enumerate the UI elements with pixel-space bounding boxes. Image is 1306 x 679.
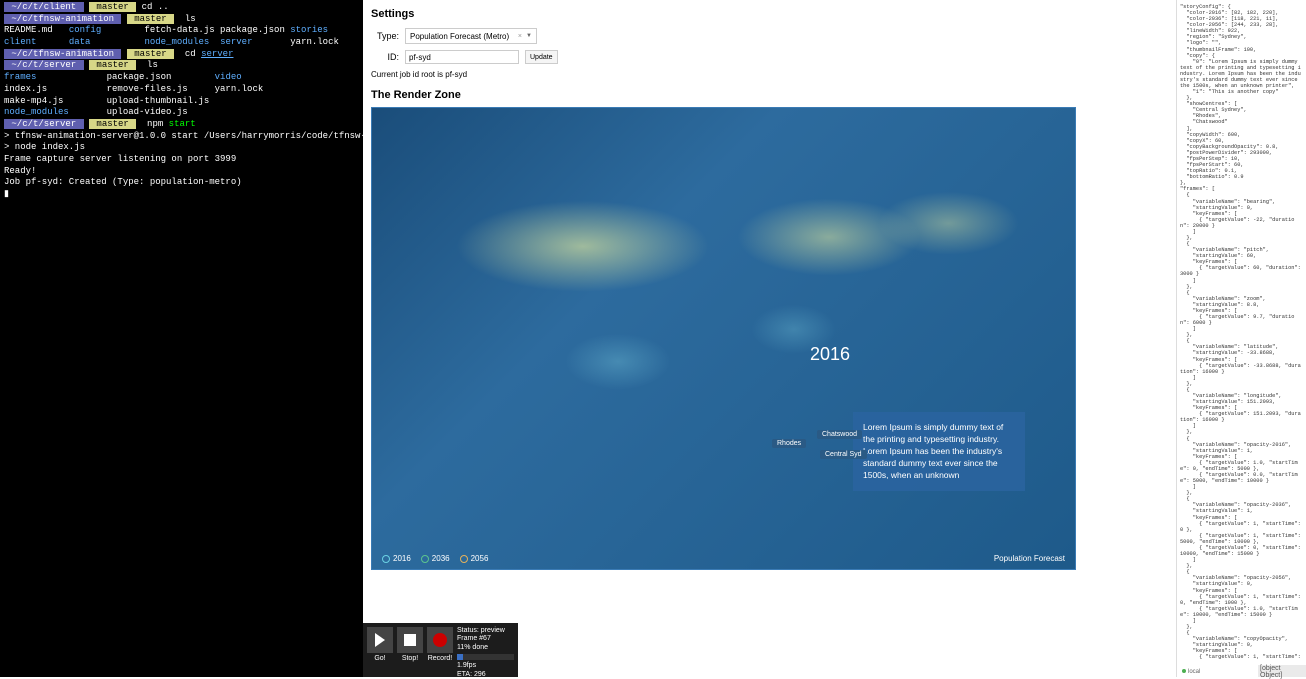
copy-box: Lorem Ipsum is simply dummy text of the … [853, 412, 1025, 491]
update-button[interactable]: Update [525, 50, 558, 64]
play-button[interactable] [367, 627, 393, 653]
type-select[interactable]: Population Forecast (Metro) × ▼ [405, 28, 537, 44]
clear-icon[interactable]: × [518, 33, 522, 40]
forecast-label: Population Forecast [994, 554, 1065, 563]
type-label: Type: [371, 31, 399, 41]
legend-item: 2056 [460, 554, 489, 563]
job-info: Current job id root is pf-syd [371, 70, 1168, 79]
stop-button[interactable] [397, 627, 423, 653]
record-icon [433, 633, 447, 647]
map-pin: Central Syd [820, 450, 867, 459]
chevron-down-icon: ▼ [526, 33, 532, 39]
legend-circle-icon [382, 555, 390, 563]
progress-bar-fill [457, 654, 463, 660]
fps-line: 1.9fps [457, 662, 514, 670]
local-tag: local [1182, 669, 1200, 675]
type-value: Population Forecast (Metro) [410, 32, 509, 41]
settings-panel: Settings Type: Population Forecast (Metr… [363, 0, 1176, 578]
json-panel[interactable]: "storyConfig": { "color-2016": [82, 182,… [1176, 0, 1306, 677]
year-label: 2016 [810, 344, 850, 365]
eta-line: ETA: 296 [457, 671, 514, 679]
legend-item: 2016 [382, 554, 411, 563]
legend-year: 2036 [432, 554, 450, 563]
map-terrain [372, 108, 1075, 569]
legend-item: 2036 [421, 554, 450, 563]
stop-label: Stop! [402, 655, 418, 662]
map-pin: Chatswood [817, 430, 862, 439]
record-button[interactable] [427, 627, 453, 653]
legend-year: 2016 [393, 554, 411, 563]
legend-year: 2056 [471, 554, 489, 563]
record-label: Record! [428, 655, 453, 662]
render-zone: 2016 Lorem Ipsum is simply dummy text of… [371, 107, 1076, 570]
map-pin: Rhodes [772, 439, 806, 448]
progress-bar-track [457, 654, 514, 660]
done-line: 11% done [457, 644, 514, 652]
status-line: Status: preview [457, 627, 514, 635]
stop-icon [404, 634, 416, 646]
legend: 2016 2036 2056 [382, 554, 488, 563]
status-block: Status: preview Frame #67 11% done 1.9fp… [457, 627, 514, 673]
footer-object: [object Object] [1258, 665, 1306, 677]
legend-circle-icon [421, 555, 429, 563]
id-input[interactable] [405, 50, 519, 64]
legend-circle-icon [460, 555, 468, 563]
render-zone-heading: The Render Zone [371, 89, 1168, 101]
id-label: ID: [371, 52, 399, 62]
terminal-panel: ~/c/t/client master cd .. ~/c/tfnsw-anim… [0, 0, 363, 677]
settings-heading: Settings [371, 8, 1168, 20]
go-label: Go! [374, 655, 385, 662]
play-icon [375, 633, 385, 647]
playback-controls: Go! Stop! Record! Status: preview Frame … [363, 623, 518, 677]
frame-line: Frame #67 [457, 635, 514, 643]
